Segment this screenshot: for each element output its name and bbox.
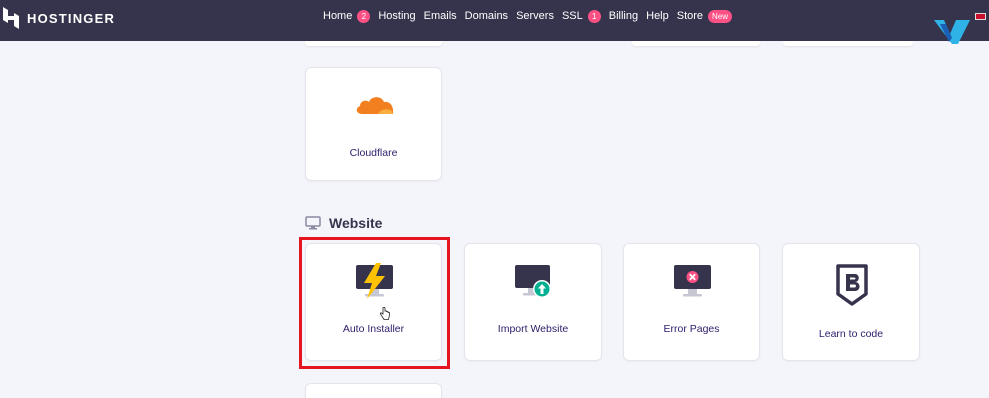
previous-card-edge [632, 41, 760, 46]
nav-store-label: Store [676, 10, 704, 22]
nav-billing-label: Billing [608, 10, 639, 22]
nav-servers[interactable]: Servers [516, 10, 554, 22]
monitor-icon [305, 216, 321, 230]
store-new-badge: New [708, 9, 733, 23]
nav-help-label: Help [646, 10, 669, 22]
nav-help[interactable]: Help [646, 10, 669, 22]
nav-billing[interactable]: Billing [609, 10, 638, 22]
logo-text: HOSTINGER [27, 10, 116, 26]
learn-to-code-card[interactable]: Learn to code [782, 243, 920, 361]
website-section-label: Website [329, 215, 383, 231]
next-card[interactable] [305, 383, 442, 398]
nav-domains[interactable]: Domains [465, 10, 508, 22]
auto-installer-label: Auto Installer [342, 323, 405, 335]
watermark-logo-icon [934, 20, 970, 44]
language-flag-icon[interactable] [975, 13, 986, 20]
hostinger-logo-icon [3, 7, 19, 29]
cloudflare-card[interactable]: Cloudflare [305, 67, 442, 181]
nav-home-label: Home [323, 10, 353, 22]
hand-cursor-icon [380, 307, 390, 320]
nav-servers-label: Servers [516, 10, 554, 22]
nav-emails[interactable]: Emails [424, 10, 457, 22]
cloudflare-icon [356, 97, 394, 114]
top-navigation-bar: HOSTINGER Home 2 Hosting Emails Domains … [0, 0, 989, 44]
learn-to-code-label: Learn to code [818, 328, 884, 340]
cloudflare-label: Cloudflare [349, 147, 398, 159]
nav-ssl[interactable]: SSL 1 [561, 9, 601, 23]
auto-installer-card[interactable]: Auto Installer [305, 243, 442, 361]
website-section-title: Website [305, 215, 382, 231]
import-website-icon [515, 265, 551, 298]
import-website-card[interactable]: Import Website [464, 243, 602, 361]
nav-hosting[interactable]: Hosting [378, 10, 415, 22]
home-badge: 2 [357, 9, 371, 23]
auto-installer-icon [356, 263, 393, 299]
hostinger-logo[interactable]: HOSTINGER [0, 7, 115, 29]
previous-card-edge [783, 41, 913, 46]
nav-ssl-label: SSL [561, 10, 583, 22]
learn-to-code-icon [836, 264, 868, 306]
nav-emails-label: Emails [423, 10, 457, 22]
nav-home[interactable]: Home 2 [323, 9, 371, 23]
nav-store[interactable]: Store New [676, 9, 733, 23]
ssl-badge: 1 [587, 9, 601, 23]
import-website-label: Import Website [497, 323, 569, 335]
nav-hosting-label: Hosting [378, 10, 416, 22]
nav-domains-label: Domains [464, 10, 509, 22]
error-pages-card[interactable]: Error Pages [623, 243, 760, 361]
error-pages-icon [674, 265, 711, 297]
previous-card-edge [305, 41, 442, 46]
error-pages-label: Error Pages [663, 323, 720, 335]
main-nav: Home 2 Hosting Emails Domains Servers SS… [323, 8, 740, 24]
